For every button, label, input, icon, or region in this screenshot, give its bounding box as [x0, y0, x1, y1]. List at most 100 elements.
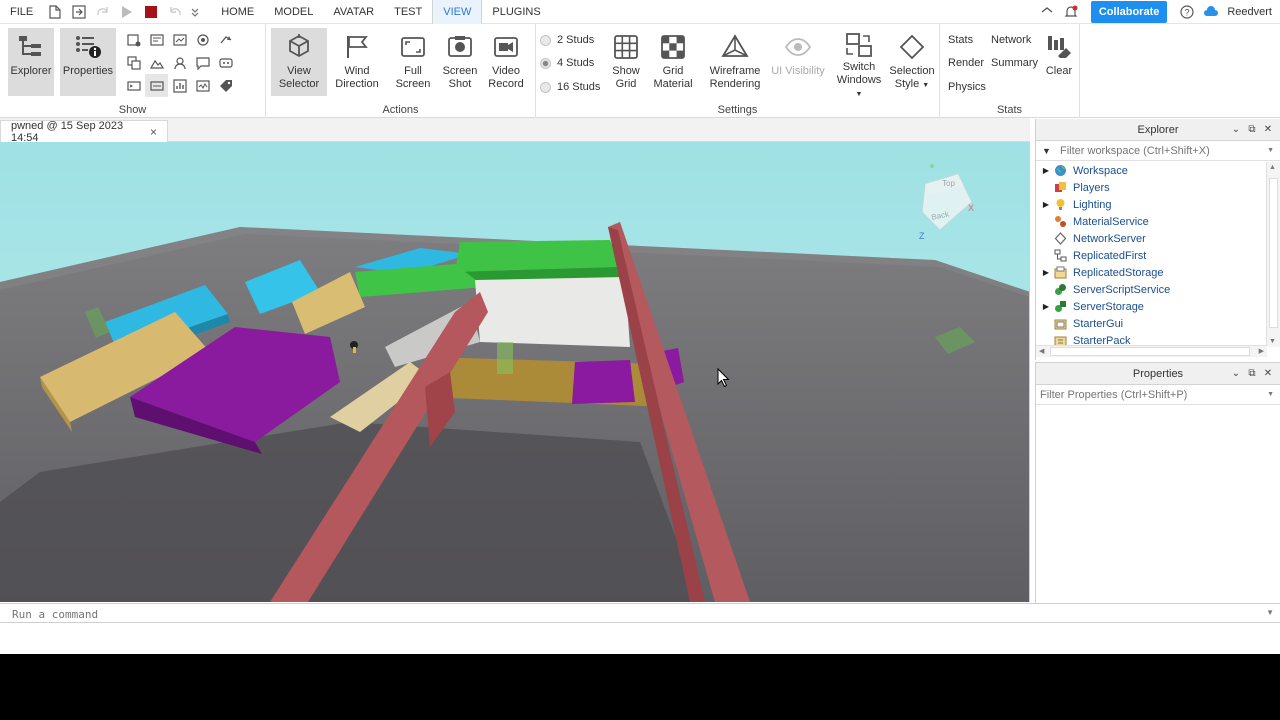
filter-dropdown-icon[interactable]: ▼ [1267, 391, 1274, 398]
command-history-dropdown-icon[interactable]: ▼ [1266, 608, 1274, 617]
summary-button[interactable]: Summary [991, 57, 1038, 69]
selection-style-button[interactable]: Selection Style ▼ [886, 28, 938, 96]
ui-visibility-button[interactable]: UI Visibility [768, 28, 828, 96]
place-document-tab[interactable]: pwned @ 15 Sep 2023 14:54 × [0, 120, 168, 144]
command-bar-icon[interactable] [122, 74, 145, 97]
wind-direction-button[interactable]: Wind Direction [334, 28, 380, 96]
file-menu[interactable]: FILE [0, 0, 43, 24]
explorer-item-networkserver[interactable]: NetworkServer [1036, 230, 1266, 247]
close-panel-icon[interactable]: ✕ [1262, 124, 1274, 136]
tab-plugins[interactable]: PLUGINS [482, 0, 550, 24]
stats-button[interactable]: Stats [948, 34, 973, 46]
scroll-down-icon[interactable]: ▼ [1269, 338, 1276, 345]
panel-menu-chevron-icon[interactable]: ⌄ [1230, 124, 1242, 136]
new-file-icon[interactable] [43, 0, 67, 24]
wind-direction-label-2: Direction [335, 78, 379, 90]
customize-chevron-icon[interactable] [187, 0, 203, 24]
tab-view[interactable]: VIEW [432, 0, 483, 24]
terrain-editor-icon[interactable] [145, 51, 168, 74]
explorer-item-replicatedstorage[interactable]: ▶ ReplicatedStorage [1036, 264, 1266, 281]
redo-icon[interactable] [91, 0, 115, 24]
performance-icon[interactable] [168, 74, 191, 97]
expand-arrow-icon[interactable]: ▶ [1036, 302, 1052, 311]
command-bar-toggle-icon[interactable] [145, 74, 168, 97]
h-scrollbar-thumb[interactable] [1050, 347, 1250, 356]
micro-profiler-icon[interactable] [191, 74, 214, 97]
show-grid-button[interactable]: Show Grid [603, 28, 649, 96]
publish-icon[interactable] [67, 0, 91, 24]
grid-material-button[interactable]: Grid Material [650, 28, 696, 96]
properties-filter-input[interactable] [1040, 388, 1240, 401]
full-screen-button[interactable]: Full Screen [390, 28, 436, 96]
tutorials-icon[interactable] [214, 28, 237, 51]
tab-model[interactable]: MODEL [264, 0, 323, 24]
tab-avatar[interactable]: AVATAR [323, 0, 384, 24]
filter-funnel-icon[interactable]: ▼ [1036, 146, 1060, 156]
chat-icon[interactable] [191, 51, 214, 74]
asset-manager-icon[interactable] [122, 51, 145, 74]
video-record-button[interactable]: Video Record [483, 28, 529, 96]
explorer-item-replicatedfirst[interactable]: ReplicatedFirst [1036, 247, 1266, 264]
scroll-left-icon[interactable]: ◀ [1039, 347, 1044, 355]
explorer-item-lighting[interactable]: ▶ Lighting [1036, 196, 1266, 213]
expand-arrow-icon[interactable]: ▶ [1036, 166, 1052, 175]
screenshot-button[interactable]: Screen Shot [437, 28, 483, 96]
script-analysis-icon[interactable] [168, 28, 191, 51]
explorer-vertical-scrollbar[interactable]: ▲ ▼ [1266, 162, 1280, 347]
studs-2-radio[interactable] [540, 34, 551, 46]
scrollbar-thumb[interactable] [1269, 178, 1278, 328]
explorer-item-materialservice[interactable]: MaterialService [1036, 213, 1266, 230]
undo-icon[interactable] [163, 0, 187, 24]
team-create-icon[interactable] [168, 51, 191, 74]
toolbox-icon[interactable] [122, 28, 145, 51]
context-icon[interactable] [214, 51, 237, 74]
collaborate-button[interactable]: Collaborate [1090, 0, 1168, 23]
explorer-item-starterpack[interactable]: StarterPack [1036, 332, 1266, 345]
explorer-item-serverstorage[interactable]: ▶ ServerStorage [1036, 298, 1266, 315]
explorer-filter-input[interactable] [1060, 144, 1260, 157]
explorer-item-startergui[interactable]: StarterGui [1036, 315, 1266, 332]
network-button[interactable]: Network [991, 34, 1031, 46]
wireframe-rendering-button[interactable]: Wireframe Rendering [706, 28, 764, 96]
output-icon[interactable] [145, 28, 168, 51]
close-tab-icon[interactable]: × [150, 125, 157, 139]
notification-bell-icon[interactable] [1059, 0, 1083, 24]
explorer-button[interactable]: Explorer [8, 28, 54, 96]
panel-menu-chevron-icon[interactable]: ⌄ [1230, 368, 1242, 380]
expand-arrow-icon[interactable]: ▶ [1036, 200, 1052, 209]
play-icon[interactable] [115, 0, 139, 24]
studs-4-radio[interactable] [540, 57, 551, 69]
studs-16-option[interactable]: 16 Studs [540, 81, 600, 93]
tag-editor-icon[interactable] [214, 74, 237, 97]
command-input[interactable] [12, 606, 1262, 622]
find-results-icon[interactable] [191, 28, 214, 51]
close-panel-icon[interactable]: ✕ [1262, 368, 1274, 380]
explorer-item-workspace[interactable]: ▶ Workspace [1036, 162, 1266, 179]
studs-2-option[interactable]: 2 Studs [540, 34, 594, 46]
undock-icon[interactable]: ⧉ [1246, 124, 1258, 136]
filter-dropdown-icon[interactable]: ▼ [1267, 147, 1274, 154]
explorer-item-players[interactable]: Players [1036, 179, 1266, 196]
explorer-horizontal-scrollbar[interactable]: ◀ ▶ [1036, 345, 1267, 357]
tab-test[interactable]: TEST [384, 0, 432, 24]
studs-16-radio[interactable] [540, 81, 551, 93]
username-label[interactable]: Reedvert [1223, 6, 1280, 18]
scroll-up-icon[interactable]: ▲ [1269, 164, 1276, 171]
expand-arrow-icon[interactable]: ▶ [1036, 268, 1052, 277]
home-icon[interactable] [1035, 0, 1059, 24]
render-button[interactable]: Render [948, 57, 984, 69]
physics-button[interactable]: Physics [948, 81, 986, 93]
studs-4-option[interactable]: 4 Studs [540, 57, 594, 69]
properties-button[interactable]: Properties [60, 28, 116, 96]
switch-windows-button[interactable]: Switch Windows ▼ [832, 28, 886, 98]
cloud-icon[interactable] [1199, 0, 1223, 24]
explorer-item-serverscriptservice[interactable]: ServerScriptService [1036, 281, 1266, 298]
3d-viewport[interactable]: Top Back X Z [0, 142, 1030, 602]
help-icon[interactable]: ? [1175, 0, 1199, 24]
view-selector-button[interactable]: View Selector [271, 28, 327, 96]
clear-stats-button[interactable]: Clear [1038, 28, 1080, 96]
tab-home[interactable]: HOME [211, 0, 264, 24]
undock-icon[interactable]: ⧉ [1246, 368, 1258, 380]
stop-icon[interactable] [139, 0, 163, 24]
scroll-right-icon[interactable]: ▶ [1259, 347, 1264, 355]
